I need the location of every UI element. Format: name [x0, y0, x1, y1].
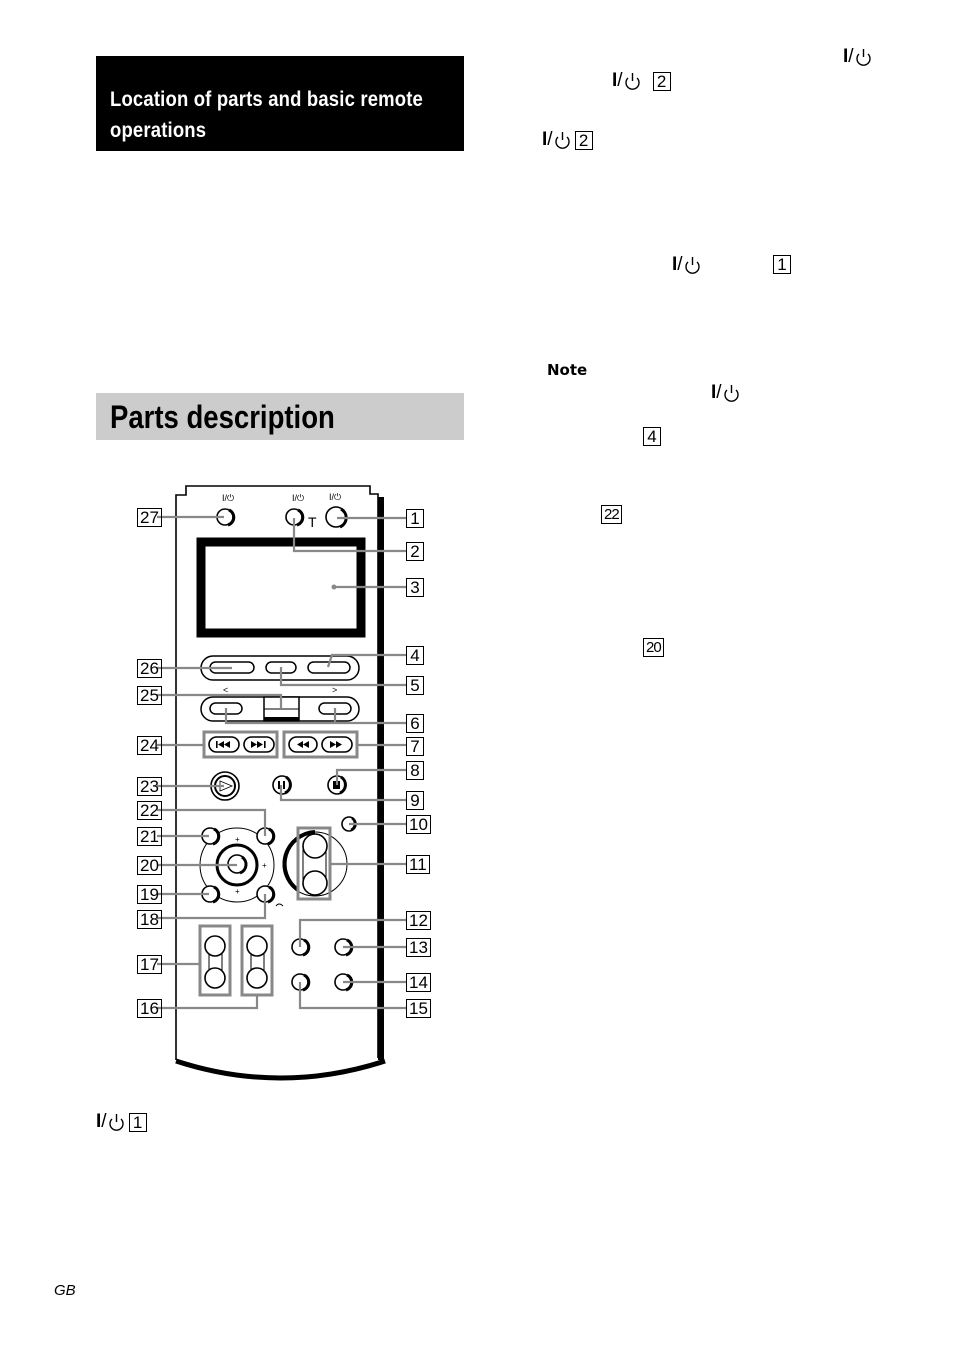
callout-15: 15 [406, 999, 431, 1018]
callout-9: 9 [406, 791, 424, 810]
callout-22: 22 [137, 801, 162, 820]
callout-12: 12 [406, 911, 431, 930]
power-label-27: I/⏻ [222, 493, 234, 503]
callout-11: 11 [406, 855, 430, 874]
volume-down-button[interactable] [302, 870, 328, 896]
callout-1: 1 [406, 509, 424, 528]
callout-16: 16 [137, 999, 162, 1018]
callout-7: 7 [406, 737, 424, 756]
power-symbol-ref-bottom: I/ 1 [96, 1112, 147, 1132]
callout-26: 26 [137, 659, 162, 678]
prev-track-button[interactable] [208, 736, 240, 753]
callout-20: 20 [137, 856, 162, 875]
callout-17: 17 [137, 955, 162, 974]
nav-right-mark: + [262, 861, 267, 870]
callout-10: 10 [406, 815, 431, 834]
rewind-button[interactable] [288, 736, 318, 753]
callout-2: 2 [406, 542, 424, 561]
volume-up-button[interactable] [302, 833, 328, 859]
button-17-up[interactable] [204, 935, 226, 957]
callout-3: 3 [406, 578, 424, 597]
left-arrow-label: < [223, 685, 228, 695]
page-footer-language: GB [54, 1282, 76, 1299]
power-label-1: I/⏻ [329, 492, 341, 502]
button-16-up[interactable] [246, 935, 268, 957]
power-label-2: I/⏻ [292, 493, 304, 503]
callout-25: 25 [137, 686, 162, 705]
callout-4: 4 [406, 646, 424, 665]
fast-forward-button[interactable] [321, 736, 353, 753]
callout-8: 8 [406, 761, 424, 780]
callout-5: 5 [406, 676, 424, 695]
right-arrow-label: > [332, 685, 337, 695]
callout-23: 23 [137, 777, 162, 796]
nav-down-mark: + [235, 887, 240, 896]
power-icon [108, 1113, 124, 1131]
callout-27: 27 [137, 508, 162, 527]
return-icon [275, 903, 284, 907]
button-17-down[interactable] [204, 967, 226, 989]
callout-13: 13 [406, 938, 431, 957]
t-mark: T [308, 514, 317, 530]
callout-14: 14 [406, 973, 431, 992]
callout-24: 24 [137, 736, 162, 755]
callout-6: 6 [406, 714, 424, 733]
callout-19: 19 [137, 885, 162, 904]
button-16-down[interactable] [246, 967, 268, 989]
callout-18: 18 [137, 910, 162, 929]
nav-up-mark: + [235, 835, 240, 844]
next-track-button[interactable] [243, 736, 275, 753]
callout-number-1: 1 [128, 1112, 147, 1132]
callout-21: 21 [137, 827, 162, 846]
